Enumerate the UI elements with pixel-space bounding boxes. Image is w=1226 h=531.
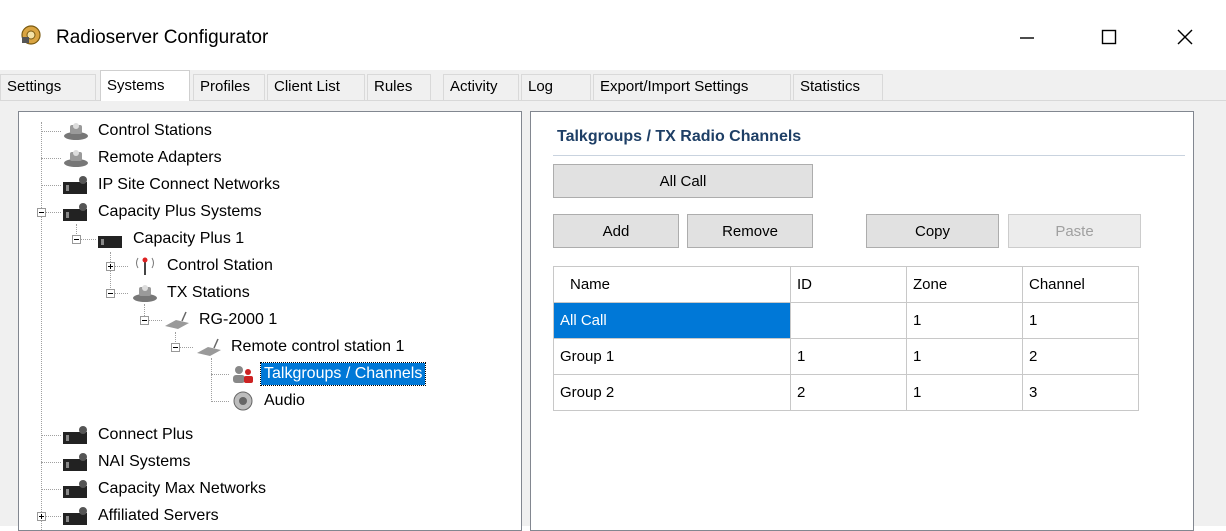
- tree-line: [41, 122, 43, 530]
- tree-node-affiliated-servers[interactable]: Affiliated Servers: [61, 503, 222, 529]
- column-header-zone[interactable]: Zone: [906, 266, 1023, 303]
- cell-name[interactable]: Group 2: [553, 374, 791, 411]
- tree-line: [41, 489, 61, 491]
- tab-activity[interactable]: Activity: [443, 74, 519, 100]
- copy-button[interactable]: Copy: [866, 214, 999, 248]
- table-row[interactable]: Group 2 2 1 3: [553, 374, 1139, 411]
- tab-strip: Settings Systems Profiles Client List Ru…: [0, 70, 1226, 101]
- cell-name[interactable]: All Call: [553, 302, 791, 339]
- add-button[interactable]: Add: [553, 214, 679, 248]
- tree-node-capacity-max-networks[interactable]: Capacity Max Networks: [61, 476, 269, 502]
- minimize-button[interactable]: [1004, 14, 1050, 60]
- tree-line: [211, 358, 213, 402]
- network-icon: [63, 203, 87, 221]
- tree-node-capacity-plus-1[interactable]: Capacity Plus 1: [96, 226, 247, 252]
- tree-node-nai-systems[interactable]: NAI Systems: [61, 449, 193, 475]
- minimize-icon: [1020, 37, 1034, 39]
- tree-node-connect-plus[interactable]: Connect Plus: [61, 422, 196, 448]
- cell-zone[interactable]: 1: [906, 374, 1023, 411]
- speaker-icon: [233, 391, 253, 411]
- all-call-button[interactable]: All Call: [553, 164, 813, 198]
- app-window: Radioserver Configurator Settings System…: [0, 0, 1226, 531]
- gateway-icon: [197, 338, 221, 356]
- network-icon: [63, 453, 87, 471]
- tree-node-talkgroups-channels[interactable]: Talkgroups / Channels: [227, 361, 427, 387]
- remove-button[interactable]: Remove: [687, 214, 813, 248]
- paste-button[interactable]: Paste: [1008, 214, 1141, 248]
- cell-zone[interactable]: 1: [906, 338, 1023, 375]
- tree-node-ip-site-connect-networks[interactable]: IP Site Connect Networks: [61, 172, 283, 198]
- table-row[interactable]: All Call 1 1: [553, 302, 1139, 339]
- tab-statistics[interactable]: Statistics: [793, 74, 883, 100]
- tree-node-remote-control-station-1[interactable]: Remote control station 1: [194, 334, 407, 360]
- collapse-toggle[interactable]: [72, 235, 81, 244]
- network-icon: [63, 426, 87, 444]
- tree-node-control-stations[interactable]: Control Stations: [61, 118, 215, 144]
- cell-id[interactable]: 2: [790, 374, 907, 411]
- systems-tree[interactable]: Control Stations Remote Adapters IP Site…: [18, 111, 522, 531]
- section-title: Talkgroups / TX Radio Channels: [557, 128, 802, 145]
- network-icon: [63, 507, 87, 525]
- tree-line: [41, 131, 61, 133]
- talkgroups-table[interactable]: Name ID Zone Channel All Call 1 1 Group …: [553, 266, 1139, 411]
- tab-log[interactable]: Log: [521, 74, 591, 100]
- tab-content: Control Stations Remote Adapters IP Site…: [0, 101, 1226, 531]
- cell-name[interactable]: Group 1: [553, 338, 791, 375]
- talkgroups-panel: Talkgroups / TX Radio Channels All Call …: [530, 111, 1194, 531]
- collapse-toggle[interactable]: [106, 289, 115, 298]
- network-icon: [98, 236, 122, 248]
- tab-rules[interactable]: Rules: [367, 74, 431, 100]
- maximize-button[interactable]: [1086, 14, 1132, 60]
- talkgroups-icon: [233, 366, 253, 383]
- window-title: Radioserver Configurator: [56, 27, 269, 48]
- cell-id[interactable]: 1: [790, 338, 907, 375]
- title-bar: Radioserver Configurator: [0, 0, 1226, 70]
- app-icon: [21, 25, 41, 45]
- control-station-icon: [64, 123, 88, 140]
- tab-systems[interactable]: Systems: [100, 70, 190, 101]
- column-header-id[interactable]: ID: [790, 266, 907, 303]
- tab-profiles[interactable]: Profiles: [193, 74, 265, 100]
- remote-adapter-icon: [64, 150, 88, 167]
- tab-client-list[interactable]: Client List: [267, 74, 365, 100]
- section-divider: [553, 155, 1185, 156]
- tree-line: [41, 185, 61, 187]
- tree-node-rg-2000-1[interactable]: RG-2000 1: [162, 307, 280, 333]
- tree-node-remote-adapters[interactable]: Remote Adapters: [61, 145, 225, 171]
- collapse-toggle[interactable]: [140, 316, 149, 325]
- maximize-icon: [1101, 29, 1117, 45]
- cell-id[interactable]: [790, 302, 907, 339]
- tab-settings[interactable]: Settings: [0, 74, 96, 100]
- close-icon: [1177, 29, 1193, 45]
- gateway-icon: [165, 311, 189, 329]
- table-row[interactable]: Group 1 1 1 2: [553, 338, 1139, 375]
- collapse-toggle[interactable]: [37, 208, 46, 217]
- collapse-toggle[interactable]: [171, 343, 180, 352]
- expand-toggle[interactable]: [37, 512, 46, 521]
- tree-node-tx-stations[interactable]: TX Stations: [130, 280, 253, 306]
- tree-line: [41, 435, 61, 437]
- tree-line: [41, 462, 61, 464]
- tree-node-control-station[interactable]: Control Station: [130, 253, 276, 279]
- tree-node-audio[interactable]: Audio: [227, 388, 308, 414]
- tree-node-capacity-plus-systems[interactable]: Capacity Plus Systems: [61, 199, 265, 225]
- column-header-channel[interactable]: Channel: [1022, 266, 1139, 303]
- network-icon: [63, 480, 87, 498]
- tab-export-import-settings[interactable]: Export/Import Settings: [593, 74, 791, 100]
- close-button[interactable]: [1162, 14, 1208, 60]
- cell-channel[interactable]: 3: [1022, 374, 1139, 411]
- cell-channel[interactable]: 2: [1022, 338, 1139, 375]
- tree-line: [41, 158, 61, 160]
- cell-zone[interactable]: 1: [906, 302, 1023, 339]
- cell-channel[interactable]: 1: [1022, 302, 1139, 339]
- control-station-icon: [133, 285, 157, 302]
- table-header-row: Name ID Zone Channel: [553, 266, 1139, 303]
- network-icon: [63, 176, 87, 194]
- column-header-name[interactable]: Name: [553, 266, 791, 303]
- antenna-icon: [136, 257, 154, 275]
- expand-toggle[interactable]: [106, 262, 115, 271]
